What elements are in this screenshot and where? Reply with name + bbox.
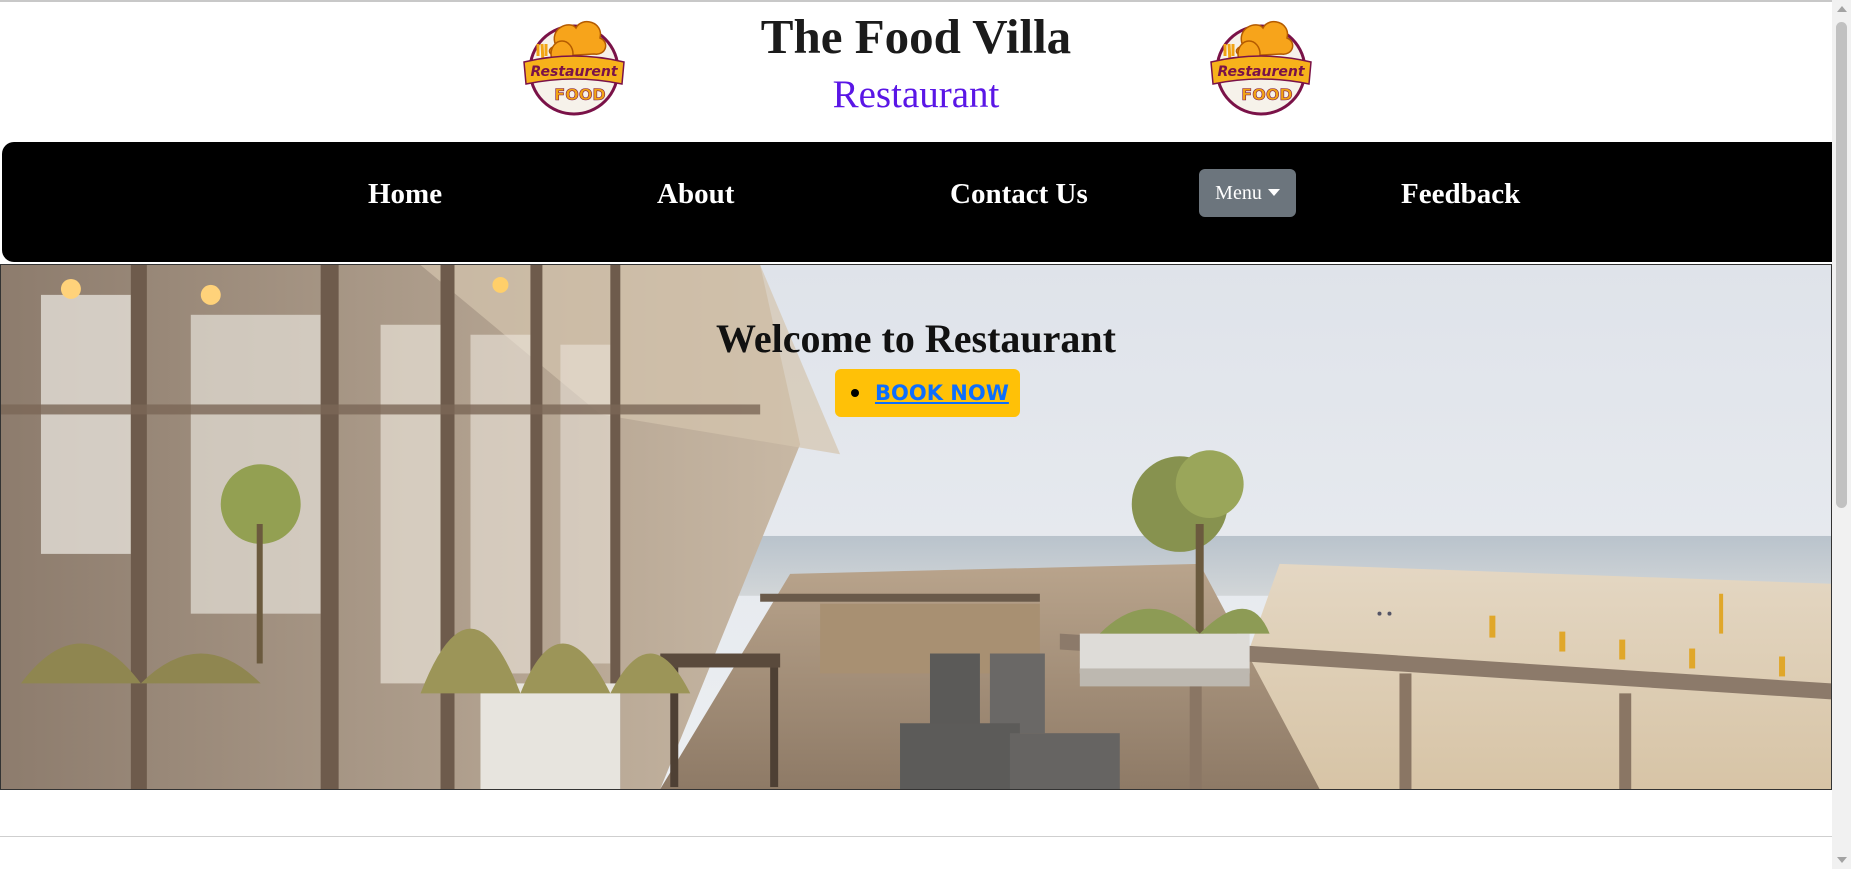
site-header: Restaurent FOOD The Food Villa Restauran… <box>0 2 1832 140</box>
bullet-icon <box>851 389 859 397</box>
book-now-link[interactable]: BOOK NOW <box>875 381 1009 405</box>
book-now-container: BOOK NOW <box>835 369 1020 417</box>
site-title: The Food Villa <box>760 9 1072 64</box>
scroll-up-arrow-icon[interactable] <box>1837 6 1847 12</box>
hero-banner: Welcome to Restaurant BOOK NOW <box>0 264 1832 790</box>
scroll-thumb[interactable] <box>1836 22 1847 508</box>
bottom-divider <box>0 836 1832 837</box>
nav-home-link[interactable]: Home <box>368 178 442 211</box>
page-scrollbar[interactable] <box>1832 0 1851 869</box>
svg-text:FOOD: FOOD <box>1241 85 1292 104</box>
restaurant-logo-right: Restaurent FOOD <box>1210 20 1312 116</box>
caret-down-icon <box>1267 188 1280 196</box>
hero-title: Welcome to Restaurant <box>716 316 1116 361</box>
menu-dropdown-label: Menu <box>1215 181 1262 204</box>
menu-dropdown-button[interactable]: Menu <box>1199 169 1296 217</box>
svg-text:Restaurent: Restaurent <box>1217 64 1305 80</box>
scroll-down-arrow-icon[interactable] <box>1837 857 1847 863</box>
nav-contact-link[interactable]: Contact Us <box>950 178 1088 211</box>
nav-about-link[interactable]: About <box>657 178 734 211</box>
main-navbar: Home About Contact Us Menu Feedback <box>2 142 1832 262</box>
nav-feedback-link[interactable]: Feedback <box>1401 178 1520 211</box>
site-subtitle: Restaurant <box>832 73 1000 116</box>
